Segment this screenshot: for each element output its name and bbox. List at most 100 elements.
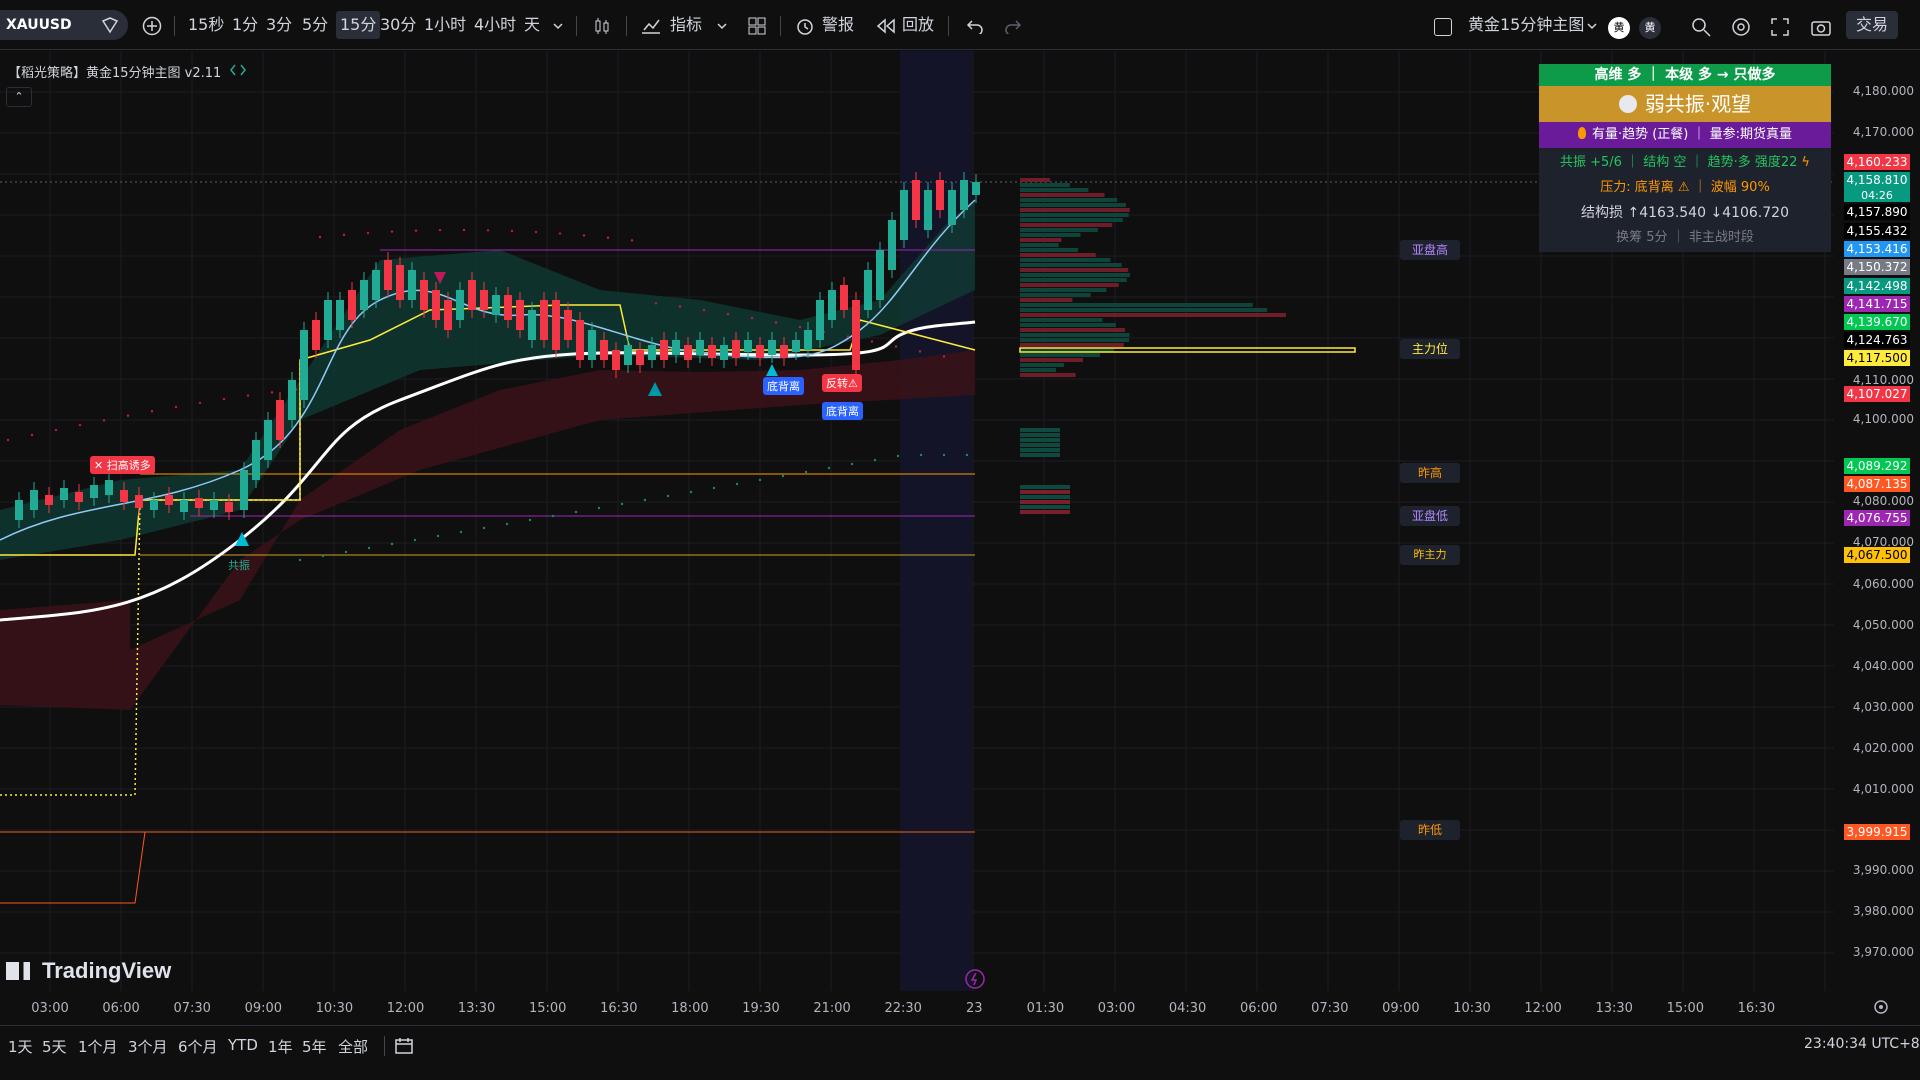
candle-body	[708, 345, 716, 358]
range-8[interactable]: 全部	[338, 1036, 368, 1057]
interval-5[interactable]: 30分	[380, 11, 416, 39]
trail-dot	[774, 321, 778, 324]
candle-body	[468, 280, 476, 310]
price-tick: 4,020.000	[1852, 741, 1914, 755]
candle-style-icon[interactable]	[592, 16, 612, 36]
candle-body	[300, 330, 308, 400]
rewind-icon[interactable]	[876, 18, 896, 34]
resonance-label: 共振	[228, 559, 250, 572]
candle-body	[888, 220, 896, 270]
indicators-button[interactable]: 指标	[670, 11, 702, 39]
fullscreen-icon[interactable]	[1770, 17, 1790, 37]
trail-dot	[918, 350, 922, 353]
camera-icon[interactable]	[1810, 17, 1832, 37]
replay-button[interactable]: 回放	[902, 11, 934, 39]
volume-profile-bar	[1020, 323, 1116, 327]
indicator-title[interactable]: 【稻光策略】黄金15分钟主图 v2.11	[8, 62, 221, 81]
add-symbol-icon[interactable]	[142, 16, 162, 36]
range-2[interactable]: 1个月	[78, 1036, 118, 1057]
axis-settings-icon[interactable]	[1872, 998, 1890, 1016]
panel-row-resonance: 共振 +5/6 ｜ 结构 空 ｜ 趋势·多 强度22 ϟ	[1539, 152, 1831, 174]
interval-6[interactable]: 1小时	[424, 11, 466, 39]
time-label: 04:30	[1168, 1001, 1207, 1016]
indicators-icon[interactable]	[640, 16, 662, 36]
trail-dot	[654, 302, 658, 305]
time-label: 22:30	[884, 1001, 922, 1016]
candle-body	[384, 260, 392, 290]
interval-3[interactable]: 5分	[302, 11, 328, 39]
candle-body	[480, 290, 488, 310]
candle-body	[960, 180, 968, 210]
avatar[interactable]: 黄	[1608, 17, 1630, 39]
time-label: 16:30	[1737, 1001, 1776, 1016]
time-axis[interactable]: 03:00 06:00 07:30 09:00 10:30 12:00 13:30 15:00…	[0, 995, 1834, 1025]
candle-body	[45, 495, 53, 505]
candle-body	[552, 300, 560, 350]
redo-icon[interactable]	[1004, 18, 1022, 34]
trail-dot	[873, 458, 877, 462]
symbol-search[interactable]: XAUUSD	[0, 10, 128, 40]
interval-8[interactable]: 天	[524, 11, 540, 39]
lightning-circle-icon[interactable]	[964, 968, 986, 990]
range-5[interactable]: YTD	[228, 1036, 258, 1054]
trade-button[interactable]: 交易	[1846, 11, 1899, 39]
range-3[interactable]: 3个月	[128, 1036, 168, 1057]
price-tick: 4,050.000	[1852, 618, 1914, 632]
interval-dropdown-icon[interactable]	[552, 20, 564, 32]
reversal-label: 反转⚠	[822, 374, 862, 392]
volume-profile-bar	[1020, 373, 1076, 377]
candle-body	[492, 295, 500, 315]
range-1[interactable]: 5天	[42, 1036, 67, 1057]
interval-2[interactable]: 3分	[266, 11, 292, 39]
trail-dot	[505, 522, 509, 526]
settings-icon[interactable]	[1730, 16, 1752, 38]
layout-checkbox[interactable]	[1434, 18, 1452, 36]
panel-row-structure: 结构损 ↑4163.540 ↓4106.720	[1581, 205, 1789, 221]
time-label: 12:00	[386, 1001, 425, 1016]
range-4[interactable]: 6个月	[178, 1036, 218, 1057]
layout-name[interactable]: 黄金15分钟主图	[1468, 11, 1584, 39]
time-label: 03:00	[1097, 1001, 1136, 1016]
range-0[interactable]: 1天	[8, 1036, 33, 1057]
candle-body	[684, 345, 692, 360]
quick-search-icon[interactable]	[1690, 16, 1712, 38]
candle-body	[360, 280, 368, 310]
interval-0[interactable]: 15秒	[188, 11, 224, 39]
panel-row-volume: 有量·趋势 (正餐) ｜ 量参:期货真量	[1539, 122, 1831, 148]
price-tick: 4,040.000	[1852, 659, 1914, 673]
layout-grid-icon[interactable]	[748, 17, 766, 35]
clock[interactable]: 23:40:34 UTC+8	[1804, 1036, 1920, 1052]
interval-7[interactable]: 4小时	[474, 11, 516, 39]
alarm-clock-icon[interactable]	[794, 16, 816, 36]
candle-body	[396, 265, 404, 300]
candle-body	[195, 498, 203, 508]
trail-dot	[486, 229, 490, 232]
date-range-icon[interactable]	[394, 1036, 414, 1056]
volume-profile-bar	[1020, 228, 1098, 232]
collapse-indicators-button[interactable]: ⌃	[6, 87, 32, 107]
trail-dot	[528, 518, 532, 522]
price-tick: 3,990.000	[1852, 863, 1914, 877]
bottom-toolbar: 1天 5天 1个月 3个月 6个月 YTD 1年 5年 全部 23:40:34 UTC+8	[0, 1025, 1920, 1065]
trail-dot	[582, 234, 586, 237]
watchlist-icon[interactable]	[100, 15, 120, 35]
time-label: 10:30	[1453, 1001, 1491, 1016]
undo-icon[interactable]	[966, 18, 984, 34]
candle-body	[30, 490, 38, 510]
interval-4[interactable]: 15分	[336, 11, 381, 39]
volume-profile-bar	[1020, 443, 1060, 447]
volume-profile-bar	[1020, 223, 1113, 227]
alert-button[interactable]: 警报	[822, 11, 854, 39]
price-tag: 4,087.135	[1844, 476, 1910, 492]
trail-dot	[942, 355, 946, 358]
volume-profile-bar	[1020, 368, 1057, 372]
volume-profile-bar	[1020, 318, 1103, 322]
layout-dropdown-icon[interactable]	[1586, 20, 1598, 32]
candle-body	[876, 250, 884, 300]
interval-1[interactable]: 1分	[232, 11, 258, 39]
indicators-dropdown-icon[interactable]	[716, 20, 728, 32]
range-6[interactable]: 1年	[268, 1036, 293, 1057]
range-7[interactable]: 5年	[302, 1036, 327, 1057]
source-code-icon[interactable]	[230, 63, 246, 77]
avatar-secondary[interactable]: 黄	[1639, 17, 1661, 39]
